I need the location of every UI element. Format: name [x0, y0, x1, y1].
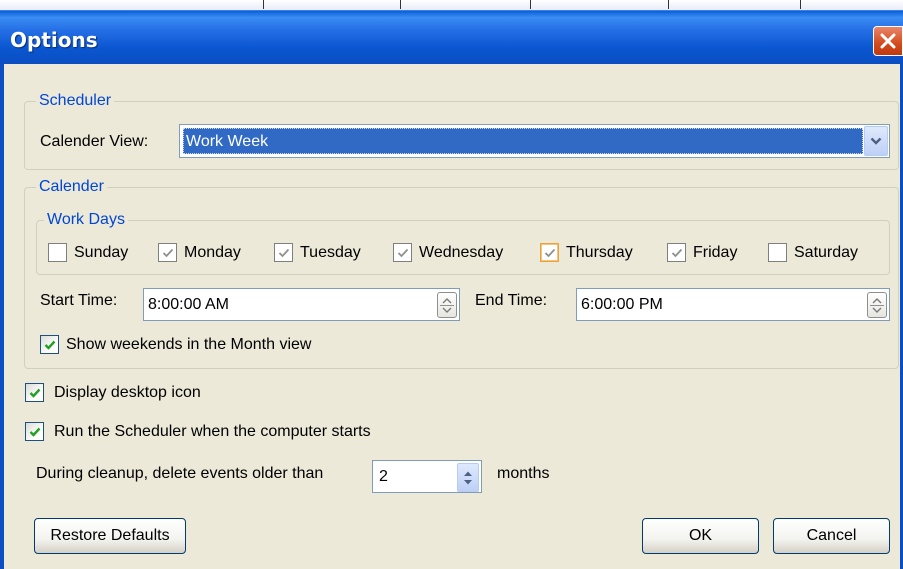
calendar-view-value: Work Week [183, 128, 863, 154]
saturday-label: Saturday [794, 244, 859, 261]
thursday-label: Thursday [566, 244, 633, 261]
wednesday-checkbox[interactable] [393, 243, 412, 262]
cleanup-months-field[interactable]: 2 [372, 460, 482, 493]
wednesday-label: Wednesday [419, 244, 504, 261]
cancel-button[interactable]: Cancel [773, 518, 890, 554]
close-icon [880, 33, 896, 49]
calendar-legend: Calender [36, 178, 107, 196]
sunday-checkbox[interactable] [48, 243, 67, 262]
end-time-spinner[interactable] [867, 292, 887, 318]
calendar-view-label: Calender View: [40, 133, 149, 150]
dropdown-button[interactable] [864, 126, 888, 156]
check-icon [278, 248, 289, 257]
chevron-down-icon [870, 137, 882, 145]
check-icon [162, 248, 173, 257]
start-time-value: 8:00:00 AM [148, 296, 229, 313]
window-frame-left [0, 64, 4, 569]
end-time-label: End Time: [475, 292, 548, 309]
scheduler-legend: Scheduler [36, 92, 115, 110]
window-title: Options [10, 28, 98, 52]
run-scheduler-label: Run the Scheduler when the computer star… [54, 423, 371, 440]
work-days-legend: Work Days [44, 211, 128, 229]
ok-button[interactable]: OK [642, 518, 759, 554]
options-dialog: Options Scheduler Calender View: Work We… [0, 0, 903, 569]
calendar-view-dropdown[interactable]: Work Week [179, 124, 890, 158]
sunday-label: Sunday [74, 244, 129, 261]
monday-label: Monday [184, 244, 241, 261]
cleanup-months-spinner[interactable] [457, 463, 479, 492]
spin-down-icon [872, 307, 882, 313]
end-time-value: 6:00:00 PM [581, 296, 663, 313]
start-time-spinner[interactable] [437, 292, 457, 318]
cleanup-unit-label: months [497, 465, 550, 482]
saturday-checkbox[interactable] [768, 243, 787, 262]
spin-up-icon [872, 297, 882, 303]
spin-down-icon [464, 479, 472, 484]
display-desktop-icon-label: Display desktop icon [54, 384, 201, 401]
title-bar[interactable]: Options [0, 10, 903, 64]
check-icon [671, 248, 682, 257]
check-icon [44, 340, 55, 350]
tuesday-checkbox[interactable] [274, 243, 293, 262]
close-button[interactable] [873, 26, 903, 56]
start-time-label: Start Time: [40, 292, 118, 309]
background-window-strip [0, 0, 903, 10]
check-icon [397, 248, 408, 257]
spin-up-icon [464, 471, 472, 476]
start-time-field[interactable]: 8:00:00 AM [143, 288, 460, 321]
display-desktop-icon-checkbox[interactable] [25, 383, 44, 402]
monday-checkbox[interactable] [158, 243, 177, 262]
check-icon [29, 388, 40, 398]
spin-up-icon [442, 297, 452, 303]
end-time-field[interactable]: 6:00:00 PM [576, 288, 890, 321]
show-weekends-label: Show weekends in the Month view [66, 336, 312, 353]
restore-defaults-button[interactable]: Restore Defaults [34, 518, 186, 554]
spin-down-icon [442, 307, 452, 313]
friday-label: Friday [693, 244, 738, 261]
check-icon [29, 427, 40, 437]
thursday-checkbox[interactable] [540, 243, 559, 262]
cleanup-months-value: 2 [379, 468, 388, 485]
friday-checkbox[interactable] [667, 243, 686, 262]
show-weekends-checkbox[interactable] [40, 335, 59, 354]
check-icon [544, 248, 555, 257]
cleanup-label: During cleanup, delete events older than [36, 465, 324, 482]
tuesday-label: Tuesday [300, 244, 361, 261]
run-scheduler-checkbox[interactable] [25, 422, 44, 441]
